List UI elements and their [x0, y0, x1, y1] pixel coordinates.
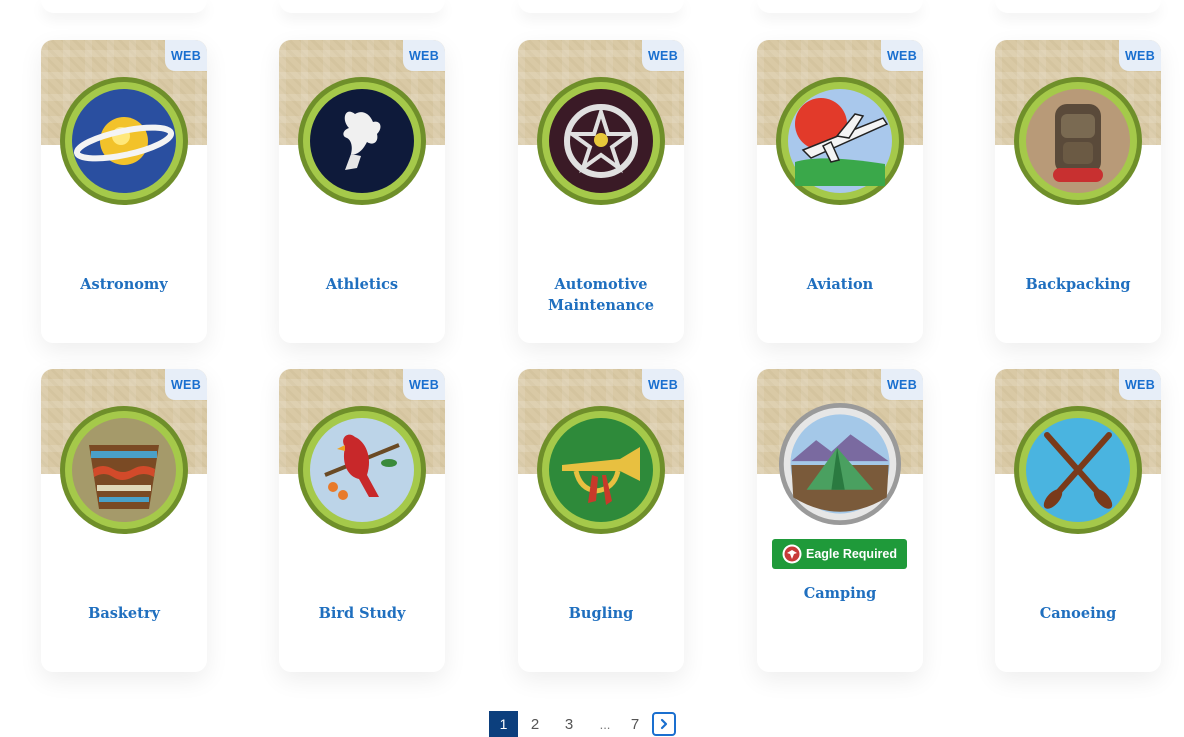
- eagle-icon: [782, 544, 802, 564]
- bugling-badge-icon: [536, 405, 666, 535]
- page-1-button[interactable]: 1: [489, 711, 518, 737]
- eagle-required-badge: Eagle Required: [772, 539, 907, 569]
- badge-title: Athletics: [325, 276, 399, 293]
- athletics-badge-icon: [297, 76, 427, 206]
- badge-card-camping[interactable]: WEB Eagle Required Camping: [757, 369, 923, 672]
- next-page-button[interactable]: [652, 712, 676, 736]
- automotive-maintenance-badge-icon: [536, 76, 666, 206]
- badge-title: Camping: [803, 585, 877, 602]
- astronomy-badge-icon: [59, 76, 189, 206]
- web-tag: WEB: [165, 369, 207, 400]
- card-edge: [518, 0, 684, 13]
- web-tag: WEB: [1119, 369, 1161, 400]
- badge-title: Canoeing: [1039, 605, 1117, 622]
- badge-card-automotive-maintenance[interactable]: WEB Automotive Maintenance: [518, 40, 684, 343]
- web-tag: WEB: [403, 40, 445, 71]
- bird-study-badge-icon: [297, 405, 427, 535]
- page-2-button[interactable]: 2: [518, 716, 552, 733]
- badge-card-canoeing[interactable]: WEB Canoeing: [995, 369, 1161, 672]
- basketry-badge-icon: [59, 405, 189, 535]
- badge-card-aviation[interactable]: WEB Aviation: [757, 40, 923, 343]
- pagination-ellipsis: ...: [599, 716, 611, 732]
- badge-title: Backpacking: [1025, 276, 1131, 293]
- chevron-right-icon: [660, 718, 668, 730]
- page-7-button[interactable]: 7: [624, 716, 646, 733]
- web-tag: WEB: [165, 40, 207, 71]
- badge-title: Bird Study: [318, 605, 406, 622]
- badge-card-astronomy[interactable]: WEB Astronomy: [41, 40, 207, 343]
- badge-card-athletics[interactable]: WEB Athletics: [279, 40, 445, 343]
- camping-badge-icon: [778, 402, 902, 526]
- web-tag: WEB: [403, 369, 445, 400]
- badge-card-bird-study[interactable]: WEB Bird Study: [279, 369, 445, 672]
- card-edge: [41, 0, 207, 13]
- backpacking-badge-icon: [1013, 76, 1143, 206]
- badge-card-basketry[interactable]: WEB Basketry: [41, 369, 207, 672]
- badge-card-backpacking[interactable]: WEB Backpacking: [995, 40, 1161, 343]
- badge-title: Aviation: [806, 276, 874, 293]
- eagle-required-label: Eagle Required: [806, 547, 897, 561]
- aviation-badge-icon: [775, 76, 905, 206]
- card-edge: [995, 0, 1161, 13]
- card-edge: [757, 0, 923, 13]
- badge-card-bugling[interactable]: WEB Bugling: [518, 369, 684, 672]
- badge-title: Bugling: [568, 605, 634, 622]
- canoeing-badge-icon: [1013, 405, 1143, 535]
- card-edge: [279, 0, 445, 13]
- web-tag: WEB: [642, 369, 684, 400]
- badge-title: Automotive Maintenance: [548, 276, 654, 314]
- badge-title: Basketry: [88, 605, 160, 622]
- web-tag: WEB: [881, 369, 923, 400]
- web-tag: WEB: [1119, 40, 1161, 71]
- web-tag: WEB: [642, 40, 684, 71]
- page-3-button[interactable]: 3: [552, 716, 586, 733]
- web-tag: WEB: [881, 40, 923, 71]
- badge-title: Astronomy: [80, 276, 168, 293]
- pagination: 1 2 3 ... 7: [489, 711, 676, 737]
